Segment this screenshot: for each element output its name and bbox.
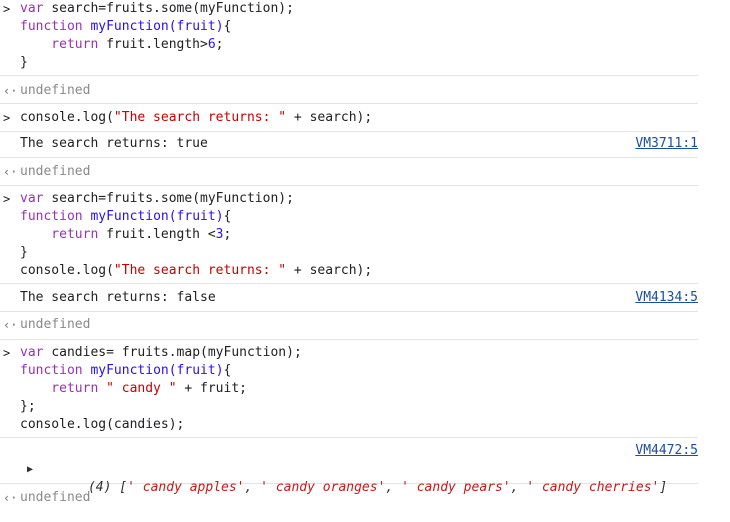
console-result-entry: ‹· undefined <box>0 158 698 186</box>
return-arrow-icon: ‹· <box>3 318 18 332</box>
code-token: } <box>20 245 28 260</box>
console-log-entry: VM4472:5 ▶ (4) [' candy apples', ' candy… <box>0 438 698 495</box>
code-token: myFunction <box>90 363 169 378</box>
code-token: 3 <box>215 227 224 242</box>
code-token: (fruit) <box>168 363 224 378</box>
code-token: function <box>20 19 91 34</box>
code-token: return <box>20 381 107 396</box>
code-line: function myFunction(fruit){ <box>20 362 231 380</box>
code-token: myFunction <box>90 209 169 224</box>
code-token: candies= fruits.map(myFunction); <box>51 345 302 360</box>
chevron-right-icon: > <box>3 346 11 360</box>
chevron-right-icon: > <box>3 192 11 206</box>
log-message: The search returns: false <box>20 290 216 305</box>
code-token: + search); <box>286 110 373 125</box>
source-link[interactable]: VM4472:5 <box>635 442 698 460</box>
return-arrow-icon: ‹· <box>3 165 18 179</box>
code-line: console.log("The search returns: " + sea… <box>20 262 372 280</box>
console-input-entry[interactable]: > var search=fruits.some(myFunction); fu… <box>0 0 698 76</box>
code-line: return fruit.length <3; <box>20 226 231 244</box>
code-line: console.log("The search returns: " + sea… <box>20 109 372 127</box>
code-token: { <box>223 209 232 224</box>
code-token: var <box>20 1 52 16</box>
code-token: ; <box>223 227 232 242</box>
code-token: console.log(candies); <box>20 417 185 432</box>
code-token: ; <box>215 37 224 52</box>
code-token: { <box>223 363 232 378</box>
code-line: var search=fruits.some(myFunction); <box>20 190 294 208</box>
result-value: undefined <box>20 83 91 98</box>
code-token: search=fruits.some(myFunction); <box>51 191 294 206</box>
return-arrow-icon: ‹· <box>3 84 18 98</box>
code-token: search=fruits.some(myFunction); <box>51 1 294 16</box>
source-link[interactable]: VM3711:1 <box>635 135 698 153</box>
code-token: (fruit) <box>168 209 224 224</box>
code-token: 6 <box>207 37 216 52</box>
code-line: var candies= fruits.map(myFunction); <box>20 344 302 362</box>
code-token: fruit.length < <box>106 227 216 242</box>
code-token: }; <box>20 399 36 414</box>
chevron-right-icon: > <box>3 2 11 16</box>
code-token: function <box>20 363 91 378</box>
console-result-entry: ‹· undefined <box>0 76 698 104</box>
console-input-entry[interactable]: > console.log("The search returns: " + s… <box>0 104 698 132</box>
code-token: console.log( <box>20 263 114 278</box>
code-line: function myFunction(fruit){ <box>20 18 231 36</box>
console-result-entry: ‹· undefined <box>0 484 698 512</box>
code-line: return " candy " + fruit; <box>20 380 247 398</box>
code-token: function <box>20 209 91 224</box>
code-line: var search=fruits.some(myFunction); <box>20 0 294 18</box>
code-token: fruit.length> <box>106 37 208 52</box>
code-line: } <box>20 244 28 262</box>
result-value: undefined <box>20 317 91 332</box>
result-value: undefined <box>20 490 91 505</box>
console-log-entry: The search returns: false VM4134:5 <box>0 284 698 312</box>
code-token: + search); <box>286 263 373 278</box>
expand-triangle-icon[interactable]: ▶ <box>27 461 33 479</box>
devtools-console: > var search=fruits.some(myFunction); fu… <box>0 0 730 522</box>
console-input-entry[interactable]: > var candies= fruits.map(myFunction); f… <box>0 340 698 438</box>
return-arrow-icon: ‹· <box>3 491 18 505</box>
code-token: " candy " <box>106 381 177 396</box>
code-line: } <box>20 54 28 72</box>
code-token: (fruit) <box>168 19 224 34</box>
code-token: var <box>20 345 52 360</box>
code-token: console.log( <box>20 110 114 125</box>
log-message: The search returns: true <box>20 136 208 151</box>
code-token: + fruit; <box>176 381 247 396</box>
code-line: function myFunction(fruit){ <box>20 208 231 226</box>
code-line: }; <box>20 398 36 416</box>
code-token: } <box>20 55 28 70</box>
console-log-entry: The search returns: true VM3711:1 <box>0 132 698 158</box>
code-token: { <box>223 19 232 34</box>
code-token: return <box>20 37 107 52</box>
code-token: myFunction <box>90 19 169 34</box>
code-token: "The search returns: " <box>113 110 287 125</box>
result-value: undefined <box>20 164 91 179</box>
source-link[interactable]: VM4134:5 <box>635 289 698 307</box>
code-token: return <box>20 227 107 242</box>
console-input-entry[interactable]: > var search=fruits.some(myFunction); fu… <box>0 186 698 284</box>
console-result-entry: ‹· undefined <box>0 312 698 340</box>
code-token: "The search returns: " <box>113 263 287 278</box>
code-line: return fruit.length>6; <box>20 36 224 54</box>
chevron-right-icon: > <box>3 111 11 125</box>
code-token: var <box>20 191 52 206</box>
code-line: console.log(candies); <box>20 416 184 434</box>
